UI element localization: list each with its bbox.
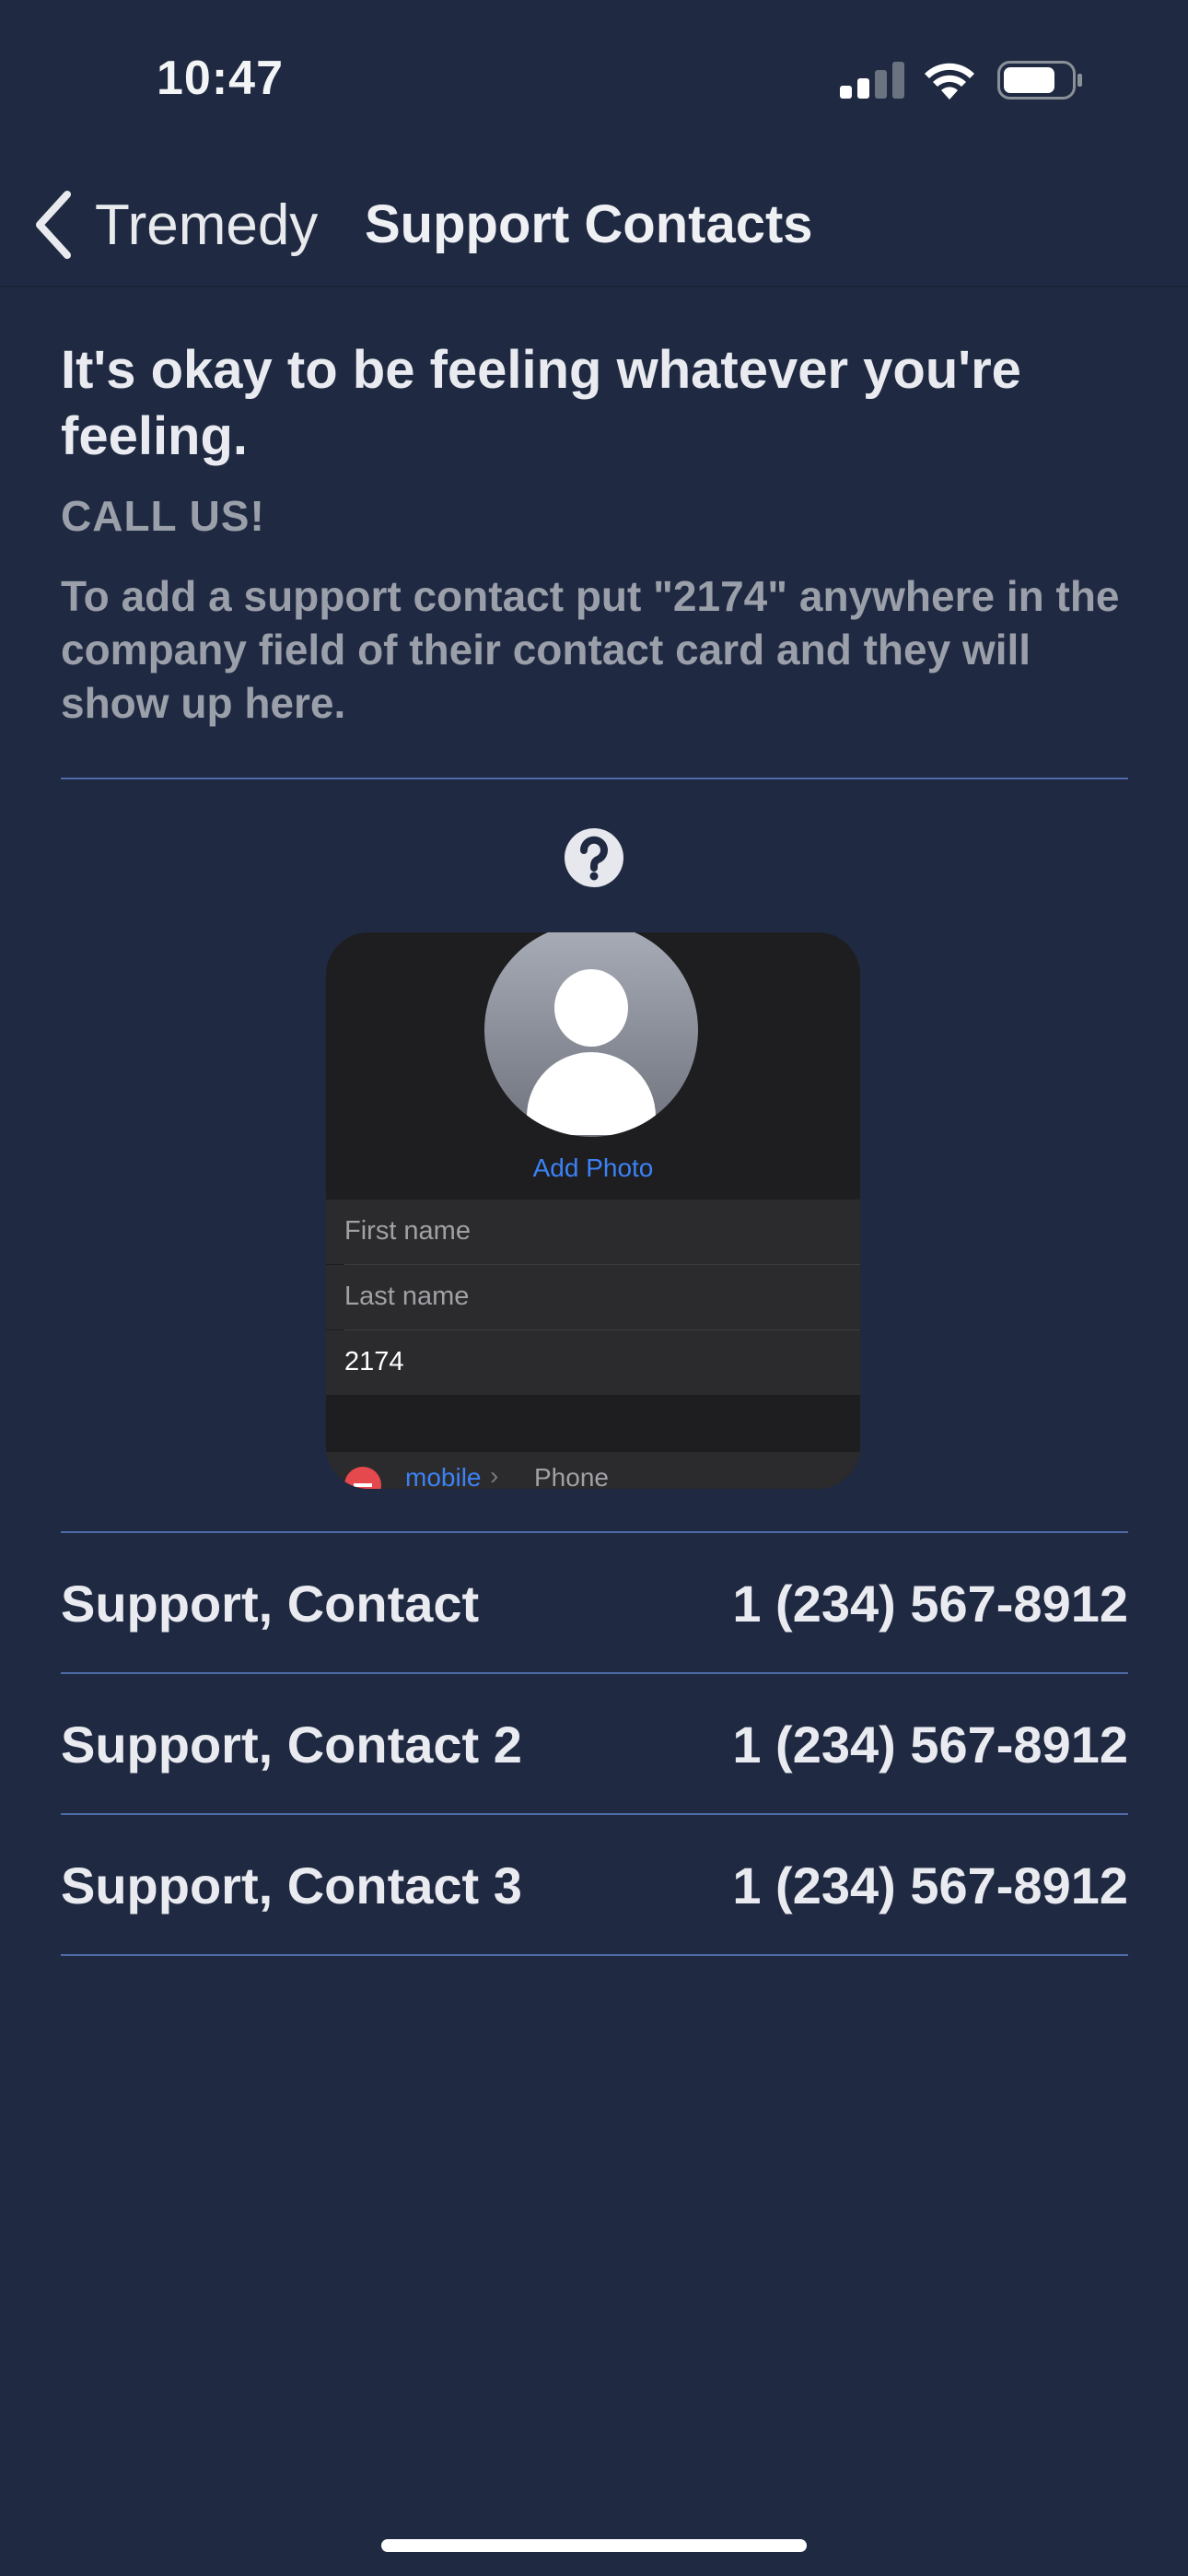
phone-label: mobile bbox=[405, 1463, 482, 1489]
add-photo-link: Add Photo bbox=[532, 1153, 654, 1182]
phone-row: mobile › Phone bbox=[326, 1452, 860, 1489]
cellular-signal-icon bbox=[840, 62, 904, 99]
contact-phone[interactable]: 1 (234) 567-8912 bbox=[732, 1817, 1128, 1955]
last-name-field: Last name bbox=[326, 1265, 860, 1329]
divider bbox=[61, 1954, 1128, 1956]
wifi-icon bbox=[925, 63, 974, 100]
chevron-right-icon: › bbox=[490, 1461, 499, 1489]
last-name-placeholder: Last name bbox=[344, 1282, 470, 1311]
divider bbox=[61, 1813, 1128, 1815]
contact-phone[interactable]: 1 (234) 567-8912 bbox=[732, 1535, 1128, 1673]
avatar-head-shape bbox=[554, 969, 628, 1047]
contact-name: Support, Contact 3 bbox=[61, 1856, 522, 1914]
status-time: 10:47 bbox=[157, 52, 284, 105]
battery-icon bbox=[997, 61, 1082, 100]
instructions-text: To add a support contact put "2174" anyw… bbox=[61, 572, 1120, 727]
chevron-left-icon bbox=[36, 191, 71, 259]
call-us-label: CALL US! bbox=[61, 492, 265, 540]
divider bbox=[61, 778, 1128, 779]
avatar bbox=[484, 932, 698, 1137]
back-label: Tremedy bbox=[95, 193, 319, 257]
contact-card-preview: Add Photo First name Last name 2174 mobi… bbox=[326, 932, 860, 1489]
divider bbox=[61, 1531, 1128, 1533]
avatar-body-shape bbox=[527, 1052, 656, 1135]
contact-phone[interactable]: 1 (234) 567-8912 bbox=[732, 1676, 1128, 1814]
question-mark-icon[interactable] bbox=[564, 827, 624, 888]
status-bar: 10:47 bbox=[0, 0, 1188, 157]
navigation-bar: Tremedy Support Contacts bbox=[0, 157, 1188, 287]
divider bbox=[61, 1672, 1128, 1674]
remove-icon bbox=[344, 1467, 381, 1489]
first-name-placeholder: First name bbox=[344, 1216, 471, 1246]
contact-row[interactable]: Support, Contact 2 1 (234) 567-8912 bbox=[61, 1676, 1128, 1814]
contact-name: Support, Contact 2 bbox=[61, 1715, 522, 1774]
back-button[interactable]: Tremedy bbox=[32, 188, 318, 262]
phone-placeholder: Phone bbox=[534, 1463, 609, 1489]
contact-row[interactable]: Support, Contact 1 (234) 567-8912 bbox=[61, 1535, 1128, 1673]
page-title: Support Contacts bbox=[365, 194, 813, 254]
company-field: 2174 bbox=[326, 1330, 860, 1395]
headline: It's okay to be feeling whatever you're … bbox=[61, 340, 1021, 466]
home-indicator[interactable] bbox=[381, 2539, 807, 2552]
company-value: 2174 bbox=[344, 1347, 404, 1376]
contact-name: Support, Contact bbox=[61, 1575, 480, 1633]
first-name-field: First name bbox=[326, 1200, 860, 1264]
contact-row[interactable]: Support, Contact 3 1 (234) 567-8912 bbox=[61, 1817, 1128, 1955]
